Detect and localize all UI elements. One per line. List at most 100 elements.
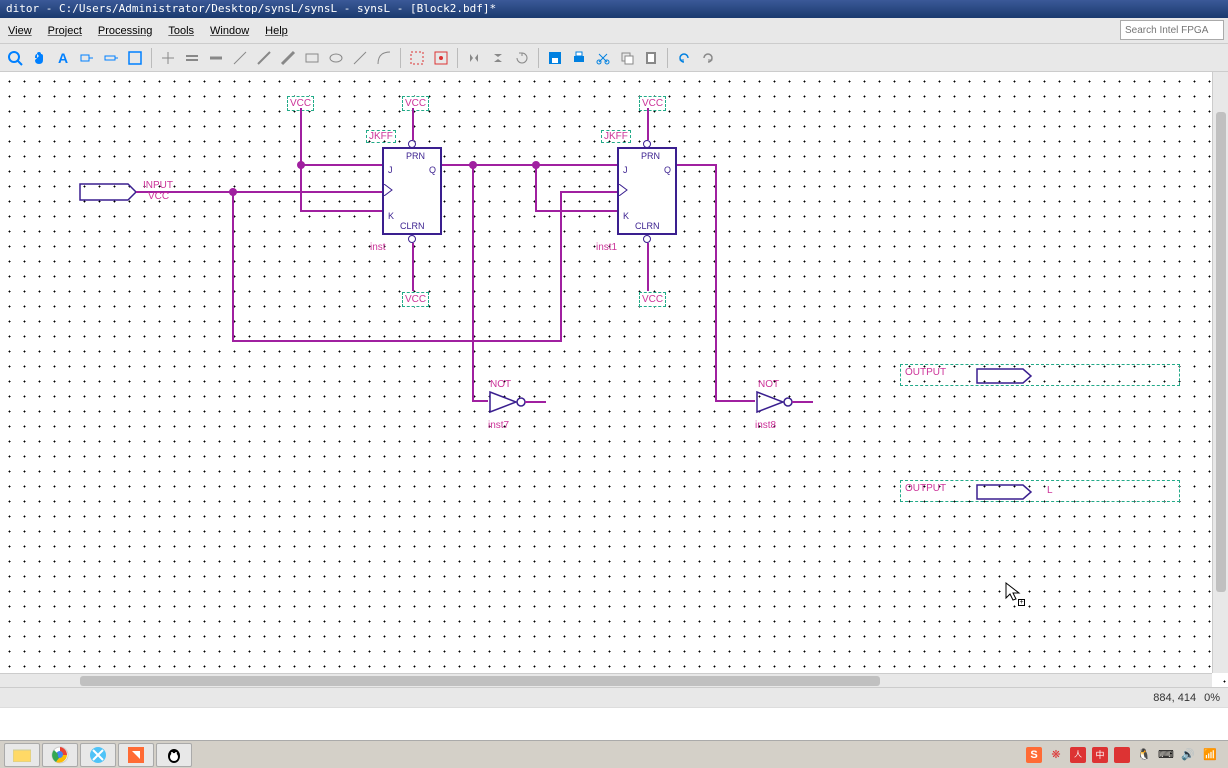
search-input[interactable] — [1120, 20, 1224, 40]
menu-help[interactable]: Help — [265, 25, 288, 37]
wire[interactable] — [560, 191, 617, 193]
tray-app-icon[interactable] — [1114, 747, 1130, 763]
diag-node-icon[interactable] — [229, 47, 251, 69]
wire[interactable] — [535, 164, 537, 212]
tray-keyboard-icon[interactable]: ⌨ — [1158, 747, 1174, 763]
wire[interactable] — [560, 191, 562, 341]
wire[interactable] — [232, 191, 234, 341]
wire[interactable] — [300, 164, 302, 212]
not-label-1: NOT — [490, 379, 511, 390]
rotate-icon[interactable] — [511, 47, 533, 69]
ortho-conduit-icon[interactable] — [205, 47, 227, 69]
scrollbar-thumb[interactable] — [80, 676, 880, 686]
wire[interactable] — [300, 108, 302, 166]
output-pin-2[interactable]: OUTPUT L — [900, 480, 1180, 502]
vcc-label-5[interactable]: VCC — [639, 292, 666, 307]
jkff-block-2[interactable]: PRN J Q K CLRN — [617, 147, 677, 235]
wire[interactable] — [300, 210, 382, 212]
inst-label-3[interactable]: inst7 — [488, 420, 509, 431]
separator — [151, 48, 152, 68]
block-icon[interactable] — [124, 47, 146, 69]
inst-label-1[interactable]: inst — [370, 242, 386, 253]
prn-label: PRN — [406, 151, 425, 161]
wire[interactable] — [472, 164, 474, 402]
not-gate-2[interactable] — [755, 390, 815, 414]
vcc-label-4[interactable]: VCC — [402, 292, 429, 307]
clrn-bubble-1 — [408, 235, 416, 243]
tray-qq-icon[interactable]: 🐧 — [1136, 747, 1152, 763]
wire[interactable] — [472, 400, 488, 402]
wire[interactable] — [647, 243, 649, 291]
tray-network-icon[interactable]: 📶 — [1202, 747, 1218, 763]
jkff-label-1[interactable]: JKFF — [366, 130, 396, 143]
rect-icon[interactable] — [301, 47, 323, 69]
separator — [457, 48, 458, 68]
inst-label-4[interactable]: inst8 — [755, 420, 776, 431]
separator — [400, 48, 401, 68]
zoom-icon[interactable] — [4, 47, 26, 69]
ortho-bus-icon[interactable] — [181, 47, 203, 69]
not-gate-1[interactable] — [488, 390, 548, 414]
cut-icon[interactable] — [592, 47, 614, 69]
tray-pdf-icon[interactable]: 人 — [1070, 747, 1086, 763]
flip-h-icon[interactable] — [463, 47, 485, 69]
menu-project[interactable]: Project — [48, 25, 82, 37]
diag-conduit-icon[interactable] — [277, 47, 299, 69]
hand-icon[interactable] — [28, 47, 50, 69]
print-icon[interactable] — [568, 47, 590, 69]
wire[interactable] — [198, 191, 382, 193]
symbol-icon[interactable] — [76, 47, 98, 69]
tray-zhong-icon[interactable]: 中 — [1092, 747, 1108, 763]
taskbar-explorer-icon[interactable] — [4, 743, 40, 767]
jkff-block-1[interactable]: PRN J Q K CLRN — [382, 147, 442, 235]
jkff-label-2[interactable]: JKFF — [601, 130, 631, 143]
vcc-label-3[interactable]: VCC — [639, 96, 666, 111]
line-icon[interactable] — [349, 47, 371, 69]
wire[interactable] — [715, 400, 755, 402]
output-l-label: L — [1047, 485, 1053, 496]
taskbar-chrome-icon[interactable] — [42, 743, 78, 767]
tray-speaker-icon[interactable]: 🔊 — [1180, 747, 1196, 763]
menu-view[interactable]: View — [8, 25, 32, 37]
wire[interactable] — [412, 243, 414, 291]
wire[interactable] — [412, 108, 414, 140]
wire[interactable] — [715, 164, 717, 402]
wire[interactable] — [232, 340, 562, 342]
save-icon[interactable] — [544, 47, 566, 69]
title-bar: ditor - C:/Users/Administrator/Desktop/s… — [0, 0, 1228, 18]
menu-tools[interactable]: Tools — [168, 25, 194, 37]
paste-icon[interactable] — [640, 47, 662, 69]
wire[interactable] — [535, 210, 617, 212]
partial-select-icon[interactable] — [430, 47, 452, 69]
oval-icon[interactable] — [325, 47, 347, 69]
inst-label-2[interactable]: inst1 — [596, 242, 617, 253]
schematic-canvas[interactable]: VCC VCC VCC JKFF JKFF PRN J Q K CLRN ins… — [0, 72, 1228, 687]
arc-icon[interactable] — [373, 47, 395, 69]
menu-window[interactable]: Window — [210, 25, 249, 37]
undo-icon[interactable] — [673, 47, 695, 69]
output-pin-1[interactable]: OUTPUT — [900, 364, 1180, 386]
tray-sogou-icon[interactable]: S — [1026, 747, 1042, 763]
ortho-node-icon[interactable] — [157, 47, 179, 69]
flip-v-icon[interactable] — [487, 47, 509, 69]
tray-swirl-icon[interactable]: ❋ — [1048, 747, 1064, 763]
rubberband-icon[interactable] — [406, 47, 428, 69]
diag-bus-icon[interactable] — [253, 47, 275, 69]
copy-icon[interactable] — [616, 47, 638, 69]
taskbar-qq-icon[interactable] — [156, 743, 192, 767]
input-pin[interactable] — [78, 180, 198, 204]
horizontal-scrollbar[interactable] — [0, 673, 1212, 687]
taskbar-app1-icon[interactable] — [80, 743, 116, 767]
wire[interactable] — [647, 108, 649, 140]
vcc-label-2[interactable]: VCC — [402, 96, 429, 111]
scrollbar-thumb[interactable] — [1216, 112, 1226, 592]
redo-icon[interactable] — [697, 47, 719, 69]
taskbar-app2-icon[interactable] — [118, 743, 154, 767]
output-label-1: OUTPUT — [905, 367, 946, 378]
menu-processing[interactable]: Processing — [98, 25, 152, 37]
vertical-scrollbar[interactable] — [1212, 72, 1228, 673]
wire[interactable] — [677, 164, 717, 166]
text-icon[interactable]: A — [52, 47, 74, 69]
wire[interactable] — [300, 164, 382, 166]
pin-icon[interactable] — [100, 47, 122, 69]
